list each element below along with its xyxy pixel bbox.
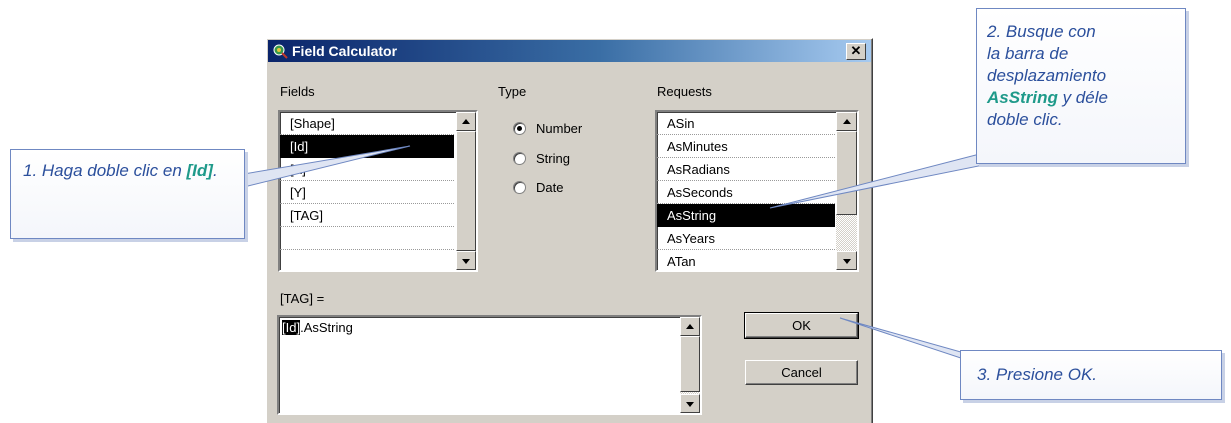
- expression-selected: [Id]: [282, 320, 301, 335]
- radio-number[interactable]: [513, 122, 526, 135]
- callout-2-bold: AsString: [987, 88, 1058, 107]
- scroll-down-button[interactable]: [836, 251, 857, 270]
- callout-2-line3: desplazamiento: [987, 66, 1107, 85]
- radio-date-label[interactable]: Date: [536, 180, 563, 196]
- radio-string[interactable]: [513, 152, 526, 165]
- callout-step-2: 2. Busque con la barra de desplazamiento…: [976, 8, 1186, 164]
- fields-label: Fields: [280, 84, 315, 99]
- arrow-up-icon: [462, 118, 470, 124]
- requests-item[interactable]: ATan: [657, 250, 835, 273]
- requests-item[interactable]: AsYears: [657, 227, 835, 250]
- fields-item-y[interactable]: [Y]: [280, 181, 454, 204]
- callout-2-line2: la barra de: [987, 44, 1069, 63]
- requests-label: Requests: [657, 84, 712, 99]
- arrow-up-icon: [842, 118, 851, 124]
- arrow-down-icon: [462, 258, 470, 264]
- ok-button[interactable]: OK: [744, 312, 859, 339]
- radio-number-label[interactable]: Number: [536, 121, 582, 137]
- scroll-up-button[interactable]: [680, 317, 700, 336]
- callout-1-tail: .: [212, 161, 218, 180]
- scroll-up-button[interactable]: [836, 112, 857, 131]
- scroll-thumb[interactable]: [456, 131, 476, 251]
- callout-step-1: 1. Haga doble clic en [Id].: [10, 149, 245, 239]
- fields-item-tag[interactable]: [TAG]: [280, 204, 454, 227]
- scroll-thumb[interactable]: [836, 131, 857, 215]
- callout-2-tail: y déle: [1057, 88, 1108, 107]
- fields-item-shape[interactable]: [Shape]: [280, 112, 454, 135]
- fields-item-empty: [280, 250, 454, 273]
- callout-1-text: 1. Haga doble clic en: [23, 161, 187, 180]
- scroll-down-button[interactable]: [680, 394, 700, 413]
- callout-step-3: 3. Presione OK.: [960, 350, 1222, 400]
- arrow-down-icon: [686, 401, 694, 407]
- callout-2-line1: 2. Busque con: [987, 22, 1096, 41]
- fields-list[interactable]: [Shape] [Id] [X] [Y] [TAG]: [278, 110, 478, 272]
- requests-scrollbar[interactable]: [836, 112, 857, 270]
- scroll-up-button[interactable]: [456, 112, 476, 131]
- requests-list[interactable]: ASin AsMinutes AsRadians AsSeconds AsStr…: [655, 110, 859, 272]
- expression-text: .AsString: [300, 320, 353, 335]
- fields-item-empty: [280, 227, 454, 250]
- requests-item[interactable]: AsMinutes: [657, 135, 835, 158]
- calculator-app-icon: [273, 44, 288, 59]
- fields-scrollbar[interactable]: [456, 112, 476, 270]
- requests-item[interactable]: AsSeconds: [657, 181, 835, 204]
- requests-item-asstring[interactable]: AsString: [657, 204, 835, 227]
- expression-scrollbar[interactable]: [680, 317, 700, 413]
- requests-item[interactable]: ASin: [657, 112, 835, 135]
- arrow-up-icon: [686, 323, 694, 329]
- dialog-title: Field Calculator: [292, 43, 398, 59]
- callout-3-text: 3. Presione OK.: [977, 365, 1098, 384]
- callout-2-line5: doble clic.: [987, 110, 1063, 129]
- callout-1-bold: [Id]: [186, 161, 213, 180]
- radio-date[interactable]: [513, 181, 526, 194]
- scroll-down-button[interactable]: [456, 251, 476, 270]
- expression-label: [TAG] =: [280, 291, 325, 306]
- requests-item[interactable]: AsRadians: [657, 158, 835, 181]
- fields-item-id[interactable]: [Id]: [280, 135, 454, 158]
- cancel-button[interactable]: Cancel: [745, 360, 858, 385]
- fields-item-x[interactable]: [X]: [280, 158, 454, 181]
- arrow-down-icon: [842, 258, 851, 264]
- close-button[interactable]: ✕: [846, 43, 866, 60]
- expression-textarea[interactable]: [Id].AsString: [277, 315, 702, 415]
- type-label: Type: [498, 84, 527, 99]
- radio-string-label[interactable]: String: [536, 151, 570, 167]
- scroll-thumb[interactable]: [680, 336, 700, 392]
